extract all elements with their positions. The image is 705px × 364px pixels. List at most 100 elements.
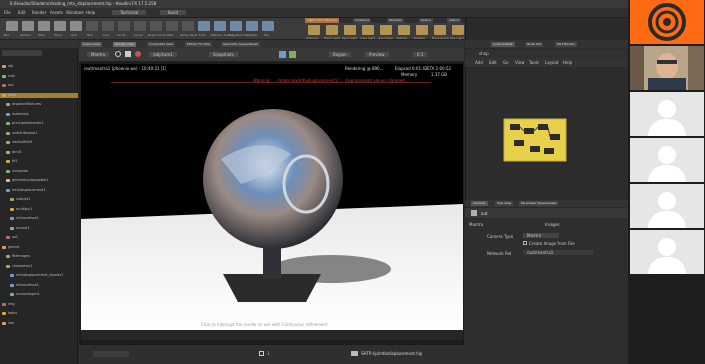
frame-field[interactable]: 1 xyxy=(267,351,270,356)
torus-icon[interactable] xyxy=(54,21,66,31)
grid-icon[interactable] xyxy=(70,21,82,31)
tree-item[interactable]: output1 xyxy=(0,226,78,231)
tree-item[interactable]: out xyxy=(0,235,78,240)
distant-light-icon[interactable] xyxy=(416,25,428,35)
tab-mantra1[interactable]: mantra1 xyxy=(471,201,488,206)
participant-tile[interactable] xyxy=(630,138,704,182)
shelf-tab-collisions[interactable]: Collisions xyxy=(353,18,372,23)
tree-item[interactable]: tasks xyxy=(0,311,78,316)
tree-item[interactable]: uvcoords xyxy=(0,169,78,174)
circle-icon[interactable] xyxy=(118,21,130,31)
tree-item[interactable]: mtlxsurface1 xyxy=(0,216,78,221)
null-icon[interactable] xyxy=(86,21,98,31)
pause-icon[interactable] xyxy=(125,51,131,57)
tree-item[interactable]: bind1 xyxy=(0,150,78,155)
playbar-controls[interactable] xyxy=(93,351,129,357)
participant-tile[interactable] xyxy=(630,230,704,274)
tree-item[interactable]: vectorfield1 xyxy=(0,140,78,145)
tab-render-view[interactable]: Render View xyxy=(113,42,136,47)
tab-perf-monitor[interactable]: Perf Monitor xyxy=(555,42,578,47)
menu-help[interactable]: Help xyxy=(86,10,95,15)
volume-light-icon[interactable] xyxy=(398,25,410,35)
line-icon[interactable] xyxy=(102,21,114,31)
tree-item[interactable]: mtlxsurface1 xyxy=(0,283,78,288)
tree-item[interactable]: out xyxy=(0,83,78,88)
presenter-video[interactable] xyxy=(630,46,704,90)
net-menu-view[interactable]: View xyxy=(515,60,525,65)
tree-item[interactable]: img xyxy=(0,302,78,307)
sky-light-icon[interactable] xyxy=(452,25,464,35)
menu-edit[interactable]: Edit xyxy=(18,10,26,15)
tree-item[interactable]: materialx xyxy=(0,112,78,117)
menu-render[interactable]: Render xyxy=(32,10,46,15)
tree-item[interactable]: vex xyxy=(0,321,78,326)
desktop-select[interactable]: Technical xyxy=(112,10,147,15)
file-icon[interactable] xyxy=(262,21,274,31)
camera-icon[interactable] xyxy=(308,25,320,35)
menu-file[interactable]: File xyxy=(4,10,11,15)
shelf-tab-particles[interactable]: Particles xyxy=(387,18,404,23)
path-icon[interactable] xyxy=(166,21,178,31)
net-menu-edit[interactable]: Edit xyxy=(489,60,497,65)
net-menu-tools[interactable]: Tools xyxy=(529,60,539,65)
track-icon[interactable] xyxy=(289,51,296,58)
network-path[interactable]: shop xyxy=(479,51,489,56)
tree-item[interactable]: uvcoordspm1 xyxy=(0,292,78,297)
font-icon[interactable] xyxy=(198,21,210,31)
tree-path-field[interactable] xyxy=(2,50,42,56)
param-checkbox[interactable] xyxy=(523,241,527,245)
tree-item[interactable]: subnet1 xyxy=(0,197,78,202)
refresh-icon[interactable] xyxy=(115,51,121,57)
tab-motion-fx[interactable]: Motion FX View xyxy=(185,42,212,47)
tree-item[interactable]: geomt xyxy=(0,245,78,250)
tree-item[interactable]: mtlxdisplacement_shader1 xyxy=(0,273,78,278)
tab-geometry-spreadsheet[interactable]: Geometry Spreadsheet xyxy=(221,42,260,47)
tree-item[interactable]: mat xyxy=(0,74,78,79)
lsystem-icon[interactable] xyxy=(230,21,242,31)
spot-light-icon[interactable] xyxy=(344,25,356,35)
preview-select[interactable]: Preview xyxy=(365,52,389,57)
stop-icon[interactable] xyxy=(135,51,141,57)
environment-light-icon[interactable] xyxy=(434,25,446,35)
shelf-tab-grains[interactable]: Grains xyxy=(419,18,433,23)
tree-item[interactable]: displaceTextures xyxy=(0,102,78,107)
area-light-icon[interactable] xyxy=(362,25,374,35)
net-menu-add[interactable]: Add xyxy=(475,60,483,65)
draw-curve-icon[interactable] xyxy=(150,21,162,31)
tab-tree-view[interactable]: Tree View xyxy=(495,201,514,206)
net-menu-go[interactable]: Go xyxy=(503,60,509,65)
renderer-select[interactable]: Mantra xyxy=(87,52,110,57)
tree-item[interactable]: fileimages xyxy=(0,254,78,259)
menu-windows[interactable]: Windows xyxy=(66,10,84,15)
tree-item[interactable]: obj xyxy=(0,64,78,69)
tree-item[interactable]: fit1 xyxy=(0,159,78,164)
tab-scene-view[interactable]: Scene View xyxy=(81,42,103,47)
param-field-network-ref[interactable]: /out/mantra1 xyxy=(523,250,593,255)
participant-tile[interactable] xyxy=(630,92,704,136)
param-field-camera-type[interactable]: Mantra xyxy=(523,233,559,238)
shelf-tab-lights[interactable]: Lights and Cameras xyxy=(305,18,339,23)
participant-tile[interactable] xyxy=(630,184,704,228)
tab-node-info[interactable]: Node Info xyxy=(525,42,544,47)
tree-item[interactable]: choosetex1 xyxy=(0,264,78,269)
point-light-icon[interactable] xyxy=(326,25,338,35)
tube-icon[interactable] xyxy=(38,21,50,31)
tree-item[interactable]: multiply1 xyxy=(0,207,78,212)
render-image[interactable]: /out/mantra1 (phoenix-ws) - 10:40:31 [1]… xyxy=(81,64,463,330)
tab-composite-view[interactable]: Composite View xyxy=(147,42,176,47)
platonic-icon[interactable] xyxy=(214,21,226,31)
region-select[interactable]: Region xyxy=(329,52,351,57)
tree-item[interactable]: principledshader1 xyxy=(0,121,78,126)
network-editor[interactable] xyxy=(466,68,628,198)
shelf-tab-vellum[interactable]: Vellum xyxy=(447,18,462,23)
menu-assets[interactable]: Assets xyxy=(50,10,63,15)
zoom-field[interactable]: 0.1 xyxy=(413,52,428,57)
sphere-icon[interactable] xyxy=(22,21,34,31)
net-menu-help[interactable]: Help xyxy=(563,60,572,65)
box-icon[interactable] xyxy=(6,21,18,31)
tree-item[interactable]: mtlxdisplacement1 xyxy=(0,188,78,193)
tree-item[interactable]: geometryvopglobal1 xyxy=(0,178,78,183)
tab-param-spreadsheet[interactable]: Parameter Spreadsheet xyxy=(519,201,559,206)
tab-out-mantra[interactable]: /out/mantra1 xyxy=(491,42,515,47)
spray-paint-icon[interactable] xyxy=(182,21,194,31)
